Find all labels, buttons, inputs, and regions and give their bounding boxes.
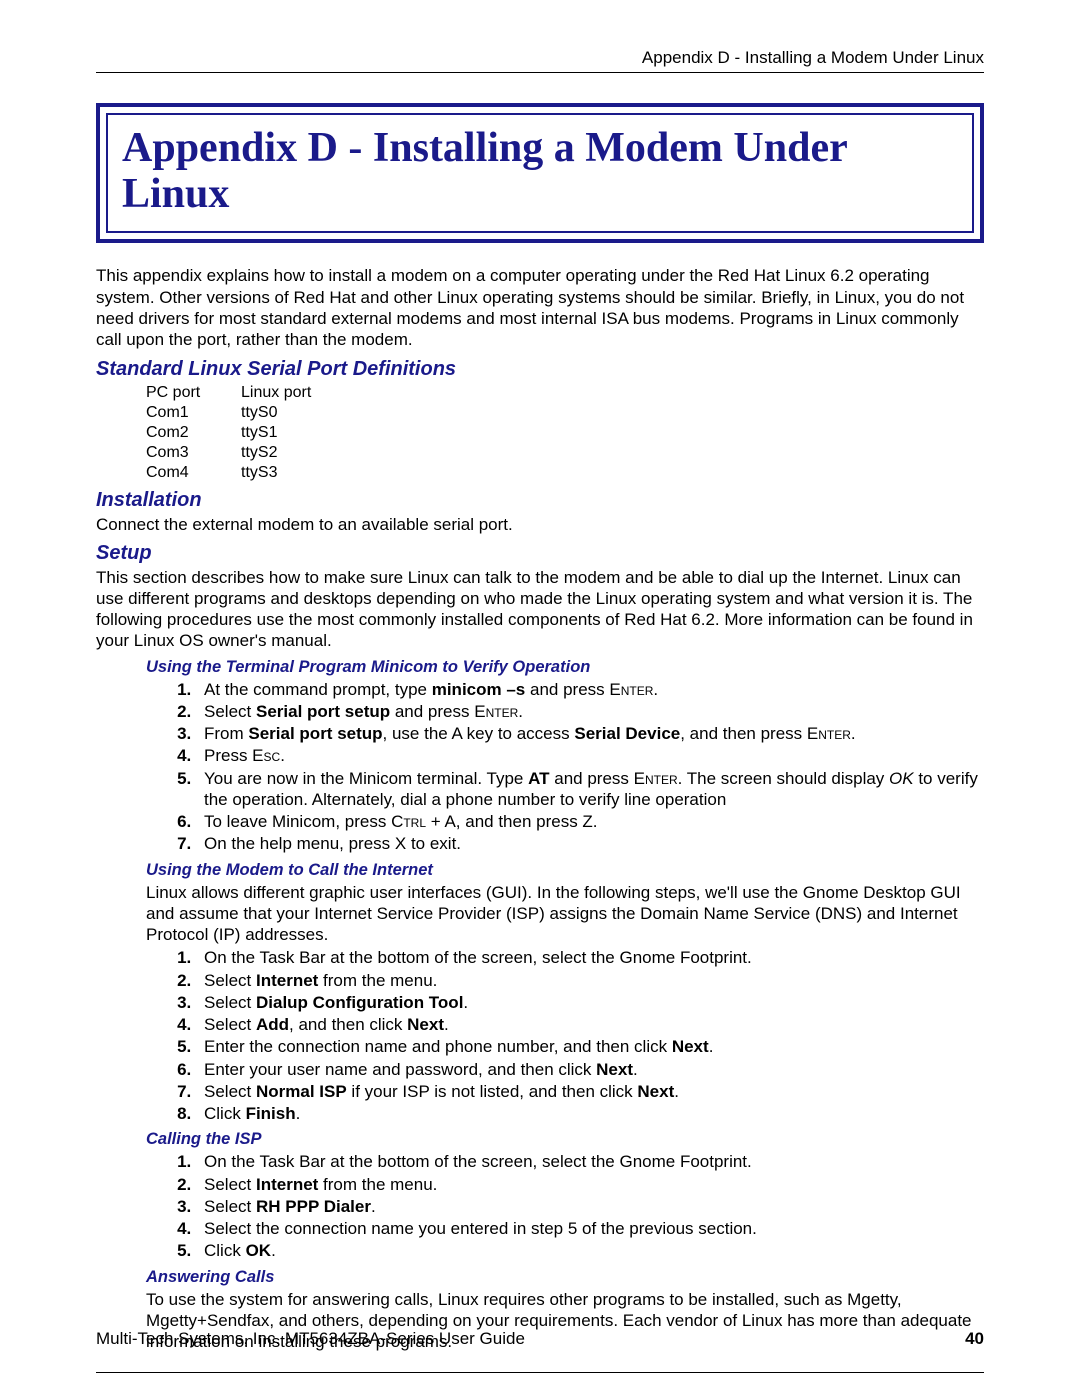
page-footer: Multi-Tech Systems, Inc. MT5634ZBA-Serie…: [96, 1329, 984, 1349]
heading-installation: Installation: [96, 489, 984, 512]
list-item: Enter your user name and password, and t…: [196, 1059, 984, 1080]
th-linux-port: Linux port: [241, 383, 311, 403]
cell: Com3: [146, 443, 241, 463]
page-title: Appendix D - Installing a Modem Under Li…: [122, 125, 958, 217]
list-item: To leave Minicom, press Ctrl + A, and th…: [196, 811, 984, 832]
port-definitions-table: PC port Linux port Com1ttyS0 Com2ttyS1 C…: [146, 383, 984, 483]
table-row: Com2ttyS1: [146, 423, 984, 443]
list-item: Select Internet from the menu.: [196, 970, 984, 991]
heading-serial-port-defs: Standard Linux Serial Port Definitions: [96, 358, 984, 381]
cell: Com2: [146, 423, 241, 443]
th-pc-port: PC port: [146, 383, 241, 403]
list-item: Select Serial port setup and press Enter…: [196, 701, 984, 722]
list-item: On the Task Bar at the bottom of the scr…: [196, 1151, 984, 1172]
list-item: Press Esc.: [196, 745, 984, 766]
list-item: You are now in the Minicom terminal. Typ…: [196, 768, 984, 811]
installation-text: Connect the external modem to an availab…: [96, 514, 984, 535]
table-row: Com4ttyS3: [146, 463, 984, 483]
call-internet-steps: On the Task Bar at the bottom of the scr…: [196, 947, 984, 1124]
table-row: Com1ttyS0: [146, 403, 984, 423]
heading-setup: Setup: [96, 542, 984, 565]
minicom-steps: At the command prompt, type minicom –s a…: [196, 679, 984, 855]
cell: Com4: [146, 463, 241, 483]
title-banner: Appendix D - Installing a Modem Under Li…: [96, 103, 984, 243]
list-item: Click OK.: [196, 1240, 984, 1261]
setup-text: This section describes how to make sure …: [96, 567, 984, 652]
list-item: On the help menu, press X to exit.: [196, 833, 984, 854]
page-number: 40: [965, 1329, 984, 1349]
subheading-call-internet: Using the Modem to Call the Internet: [146, 861, 984, 880]
calling-isp-steps: On the Task Bar at the bottom of the scr…: [196, 1151, 984, 1261]
subheading-calling-isp: Calling the ISP: [146, 1130, 984, 1149]
table-row: Com3ttyS2: [146, 443, 984, 463]
header-rule: [96, 72, 984, 73]
running-header: Appendix D - Installing a Modem Under Li…: [96, 48, 984, 68]
cell: ttyS2: [241, 443, 277, 463]
footer-rule: [96, 1372, 984, 1373]
cell: Com1: [146, 403, 241, 423]
list-item: Select RH PPP Dialer.: [196, 1196, 984, 1217]
list-item: Select the connection name you entered i…: [196, 1218, 984, 1239]
intro-paragraph: This appendix explains how to install a …: [96, 265, 984, 350]
list-item: Select Dialup Configuration Tool.: [196, 992, 984, 1013]
call-internet-intro: Linux allows different graphic user inte…: [146, 882, 984, 946]
list-item: Select Add, and then click Next.: [196, 1014, 984, 1035]
list-item: Select Normal ISP if your ISP is not lis…: [196, 1081, 984, 1102]
list-item: At the command prompt, type minicom –s a…: [196, 679, 984, 700]
subheading-answering-calls: Answering Calls: [146, 1268, 984, 1287]
list-item: From Serial port setup, use the A key to…: [196, 723, 984, 744]
footer-left: Multi-Tech Systems, Inc. MT5634ZBA-Serie…: [96, 1329, 525, 1349]
cell: ttyS1: [241, 423, 277, 443]
list-item: Click Finish.: [196, 1103, 984, 1124]
list-item: On the Task Bar at the bottom of the scr…: [196, 947, 984, 968]
cell: ttyS3: [241, 463, 277, 483]
subheading-minicom: Using the Terminal Program Minicom to Ve…: [146, 658, 984, 677]
cell: ttyS0: [241, 403, 277, 423]
list-item: Enter the connection name and phone numb…: [196, 1036, 984, 1057]
table-header-row: PC port Linux port: [146, 383, 984, 403]
list-item: Select Internet from the menu.: [196, 1174, 984, 1195]
